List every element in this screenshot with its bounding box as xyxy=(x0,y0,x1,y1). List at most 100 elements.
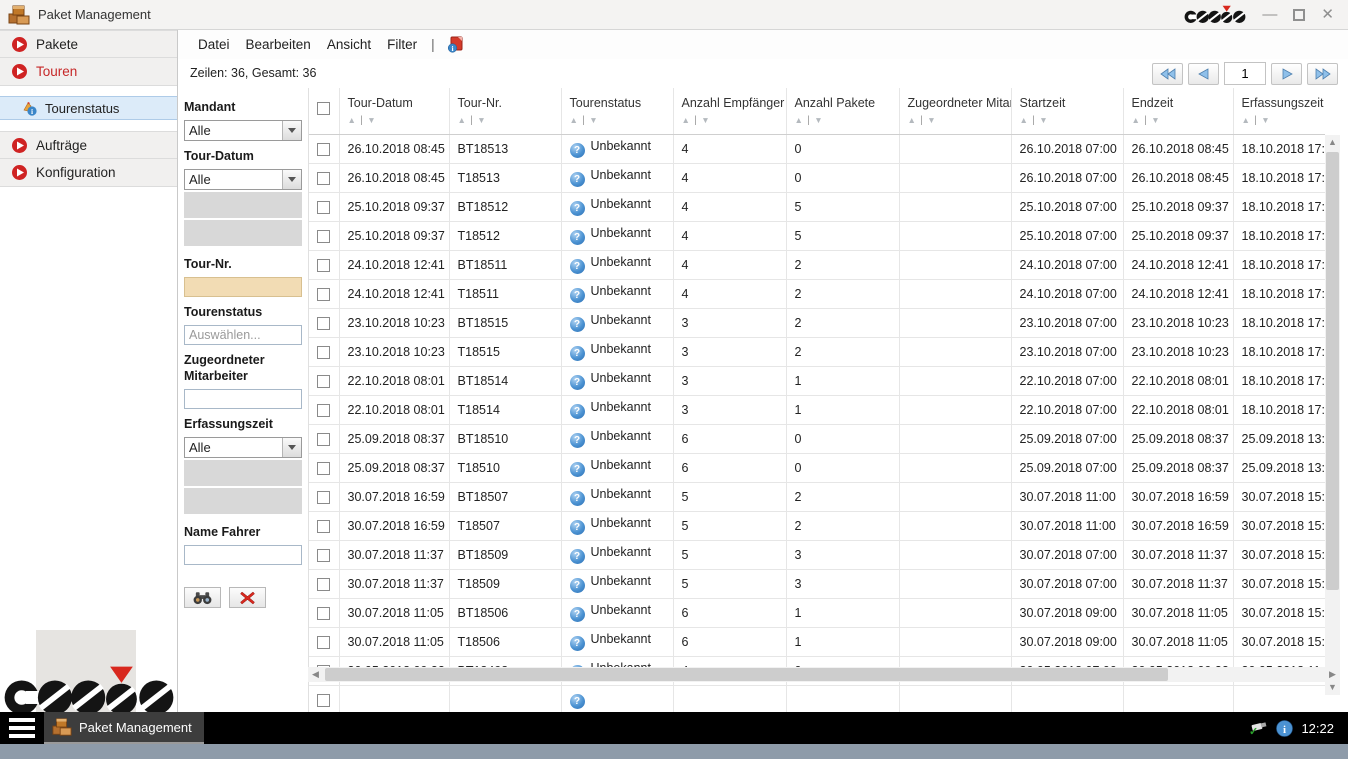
name-fahrer-input[interactable] xyxy=(184,545,302,565)
table-row[interactable]: 24.10.2018 12:41 BT18511 ?Unbekannt 4 2 … xyxy=(309,250,1325,279)
col-tourenstatus[interactable]: Tourenstatus▲ | ▼ xyxy=(561,88,673,134)
horizontal-scroll-thumb[interactable] xyxy=(325,668,1168,681)
pagination-last-button[interactable] xyxy=(1307,63,1338,85)
table-row[interactable]: 25.10.2018 09:37 T18512 ?Unbekannt 4 5 2… xyxy=(309,221,1325,250)
pagination-first-button[interactable] xyxy=(1152,63,1183,85)
tour-datum-select[interactable]: Alle xyxy=(184,169,302,190)
row-checkbox[interactable] xyxy=(317,172,330,185)
table-row[interactable]: 23.10.2018 10:23 T18515 ?Unbekannt 3 2 2… xyxy=(309,337,1325,366)
sort-icons[interactable]: ▲ | ▼ xyxy=(348,115,449,126)
menu-item-ansicht[interactable]: Ansicht xyxy=(319,34,379,55)
sidebar-item-pakete[interactable]: Pakete xyxy=(0,30,177,58)
table-row[interactable]: 30.07.2018 11:05 BT18506 ?Unbekannt 6 1 … xyxy=(309,598,1325,627)
scroll-right-icon[interactable]: ▶ xyxy=(1325,667,1340,682)
table-row[interactable]: 30.07.2018 11:37 T18509 ?Unbekannt 5 3 3… xyxy=(309,569,1325,598)
select-all-checkbox[interactable] xyxy=(317,102,330,115)
clear-filter-button[interactable] xyxy=(229,587,266,608)
pagination-next-button[interactable] xyxy=(1271,63,1302,85)
row-checkbox[interactable] xyxy=(317,578,330,591)
col-anzahl-pakete[interactable]: Anzahl Pakete▲ | ▼ xyxy=(786,88,899,134)
table-row[interactable]: 22.10.2018 08:01 BT18514 ?Unbekannt 3 1 … xyxy=(309,366,1325,395)
status-unknown-icon: ? xyxy=(570,317,585,332)
table-row[interactable]: 26.10.2018 08:45 BT18513 ?Unbekannt 4 0 … xyxy=(309,134,1325,163)
mandant-select[interactable]: Alle xyxy=(184,120,302,141)
minimize-button[interactable]: — xyxy=(1262,7,1277,22)
row-checkbox[interactable] xyxy=(317,288,330,301)
start-menu-button[interactable] xyxy=(0,712,44,744)
sort-icons[interactable]: ▲ | ▼ xyxy=(1020,115,1123,126)
info-icon[interactable]: i xyxy=(1276,720,1293,737)
vertical-scroll-thumb[interactable] xyxy=(1326,152,1339,590)
col-tour-nr[interactable]: Tour-Nr.▲ | ▼ xyxy=(449,88,561,134)
tourenstatus-input[interactable] xyxy=(184,325,302,345)
sidebar-item-konfiguration[interactable]: Konfiguration xyxy=(0,159,177,187)
scroll-up-icon[interactable]: ▲ xyxy=(1325,135,1340,150)
sort-icons[interactable]: ▲ | ▼ xyxy=(795,115,899,126)
table-row[interactable]: 24.10.2018 12:41 T18511 ?Unbekannt 4 2 2… xyxy=(309,279,1325,308)
sort-icons[interactable]: ▲ | ▼ xyxy=(682,115,786,126)
row-checkbox[interactable] xyxy=(317,259,330,272)
table-row[interactable]: 25.09.2018 08:37 BT18510 ?Unbekannt 6 0 … xyxy=(309,424,1325,453)
menu-item-datei[interactable]: Datei xyxy=(190,34,238,55)
table-row[interactable]: 25.09.2018 08:37 T18510 ?Unbekannt 6 0 2… xyxy=(309,453,1325,482)
col-endzeit[interactable]: Endzeit▲ | ▼ xyxy=(1123,88,1233,134)
col-zugeordneter-mitarbeiter[interactable]: Zugeordneter Mitarbe▲ | ▼ xyxy=(899,88,1011,134)
maximize-button[interactable] xyxy=(1293,9,1305,21)
sort-icons[interactable]: ▲ | ▼ xyxy=(1132,115,1233,126)
sort-icons[interactable]: ▲ | ▼ xyxy=(1242,115,1326,126)
usb-device-icon[interactable]: ✓ xyxy=(1248,720,1268,736)
col-anzahl-empfaenger[interactable]: Anzahl Empfänger▲ | ▼ xyxy=(673,88,786,134)
mitarbeiter-input[interactable] xyxy=(184,389,302,409)
sort-icons[interactable]: ▲ | ▼ xyxy=(570,115,673,126)
row-checkbox[interactable] xyxy=(317,462,330,475)
col-tour-datum[interactable]: Tour-Datum▲ | ▼ xyxy=(339,88,449,134)
sort-icons[interactable]: ▲ | ▼ xyxy=(458,115,561,126)
table-row[interactable]: 30.07.2018 11:05 T18506 ?Unbekannt 6 1 3… xyxy=(309,627,1325,656)
sidebar-item-touren[interactable]: Touren xyxy=(0,58,177,86)
close-button[interactable]: ✕ xyxy=(1321,7,1334,22)
row-checkbox[interactable] xyxy=(317,404,330,417)
table-row[interactable]: 26.10.2018 08:45 T18513 ?Unbekannt 4 0 2… xyxy=(309,163,1325,192)
row-checkbox[interactable] xyxy=(317,607,330,620)
vertical-scrollbar[interactable]: ▲ ▼ xyxy=(1325,135,1340,695)
col-startzeit[interactable]: Startzeit▲ | ▼ xyxy=(1011,88,1123,134)
table-row[interactable]: 30.07.2018 11:37 BT18509 ?Unbekannt 5 3 … xyxy=(309,540,1325,569)
sidebar-item-tourenstatus[interactable]: i Tourenstatus xyxy=(0,96,177,120)
clock[interactable]: 12:22 xyxy=(1301,721,1334,736)
row-checkbox[interactable] xyxy=(317,317,330,330)
row-checkbox[interactable] xyxy=(317,201,330,214)
row-checkbox[interactable] xyxy=(317,636,330,649)
row-checkbox[interactable] xyxy=(317,143,330,156)
row-checkbox[interactable] xyxy=(317,230,330,243)
export-pdf-icon[interactable]: i xyxy=(447,36,464,53)
tour-nr-input[interactable] xyxy=(184,277,302,297)
row-checkbox[interactable] xyxy=(317,491,330,504)
taskbar-app-button[interactable]: Paket Management xyxy=(44,712,204,744)
table-row[interactable]: 23.10.2018 10:23 BT18515 ?Unbekannt 3 2 … xyxy=(309,308,1325,337)
horizontal-scrollbar[interactable]: ◀ ▶ xyxy=(308,667,1340,682)
sidebar-item-auftraege[interactable]: Aufträge xyxy=(0,131,177,159)
erfassungszeit-select[interactable]: Alle xyxy=(184,437,302,458)
row-checkbox[interactable] xyxy=(317,346,330,359)
table-row[interactable]: 30.07.2018 16:59 BT18507 ?Unbekannt 5 2 … xyxy=(309,482,1325,511)
row-checkbox[interactable] xyxy=(317,549,330,562)
row-checkbox[interactable] xyxy=(317,433,330,446)
menu-item-filter[interactable]: Filter xyxy=(379,34,425,55)
cell-anzahl-empfaenger: 5 xyxy=(673,540,786,569)
table-row[interactable]: 30.07.2018 16:59 T18507 ?Unbekannt 5 2 3… xyxy=(309,511,1325,540)
row-checkbox[interactable] xyxy=(317,520,330,533)
status-unknown-icon: ? xyxy=(570,259,585,274)
table-row[interactable]: ? xyxy=(309,685,1325,714)
row-checkbox[interactable] xyxy=(317,375,330,388)
table-row[interactable]: 22.10.2018 08:01 T18514 ?Unbekannt 3 1 2… xyxy=(309,395,1325,424)
search-button[interactable] xyxy=(184,587,221,608)
table-row[interactable]: 25.10.2018 09:37 BT18512 ?Unbekannt 4 5 … xyxy=(309,192,1325,221)
sort-icons[interactable]: ▲ | ▼ xyxy=(908,115,1011,126)
menu-item-bearbeiten[interactable]: Bearbeiten xyxy=(238,34,319,55)
pagination-prev-button[interactable] xyxy=(1188,63,1219,85)
row-checkbox[interactable] xyxy=(317,694,330,707)
scroll-left-icon[interactable]: ◀ xyxy=(308,667,323,682)
scroll-down-icon[interactable]: ▼ xyxy=(1325,680,1340,695)
page-input[interactable] xyxy=(1224,62,1266,85)
col-erfassungszeit[interactable]: Erfassungszeit▲ | ▼ xyxy=(1233,88,1325,134)
